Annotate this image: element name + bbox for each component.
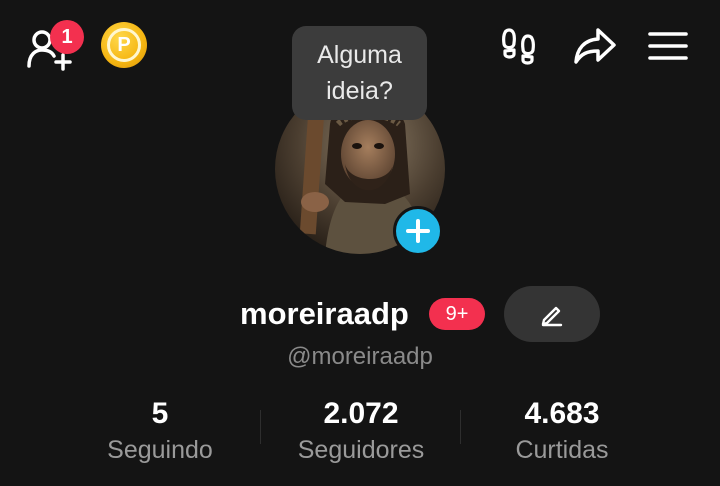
stat-divider <box>260 410 261 444</box>
tooltip-line-1: Alguma <box>317 41 402 69</box>
add-avatar-button[interactable] <box>393 206 443 256</box>
idea-tooltip[interactable]: Alguma ideia? <box>292 26 427 120</box>
edit-profile-button[interactable] <box>504 286 600 342</box>
likes-stat[interactable]: 4.683 Curtidas <box>492 396 632 468</box>
username: moreiraadp <box>240 296 409 331</box>
footprints-button[interactable] <box>497 24 541 68</box>
stat-divider <box>460 410 461 444</box>
pencil-icon <box>541 306 563 327</box>
tooltip-line-2: ideia? <box>326 77 393 105</box>
share-button[interactable] <box>572 24 616 68</box>
followers-count: 2.072 <box>323 397 399 430</box>
likes-count: 4.683 <box>524 397 600 430</box>
share-icon <box>574 28 616 64</box>
followers-stat[interactable]: 2.072 Seguidores <box>280 396 442 468</box>
following-count: 5 <box>151 397 169 430</box>
menu-icon <box>648 32 688 60</box>
following-stat[interactable]: 5 Seguindo <box>90 396 230 468</box>
username-badge[interactable]: 9+ <box>429 298 485 330</box>
coin-icon: P <box>107 28 141 62</box>
coin-button[interactable]: P <box>101 22 147 68</box>
following-label: Seguindo <box>107 436 213 464</box>
coin-letter: P <box>117 33 131 56</box>
profile-screen: 1 P Alguma ideia? moreiraadp 9+ @moreira… <box>0 0 720 486</box>
followers-label: Seguidores <box>297 436 425 464</box>
add-friend-button[interactable]: 1 <box>24 20 84 72</box>
user-handle: @moreiraadp <box>287 343 433 370</box>
menu-button[interactable] <box>646 24 690 68</box>
footprints-icon <box>502 28 535 65</box>
plus-icon <box>406 219 430 243</box>
notification-badge: 1 <box>50 20 84 54</box>
likes-label: Curtidas <box>515 436 609 464</box>
